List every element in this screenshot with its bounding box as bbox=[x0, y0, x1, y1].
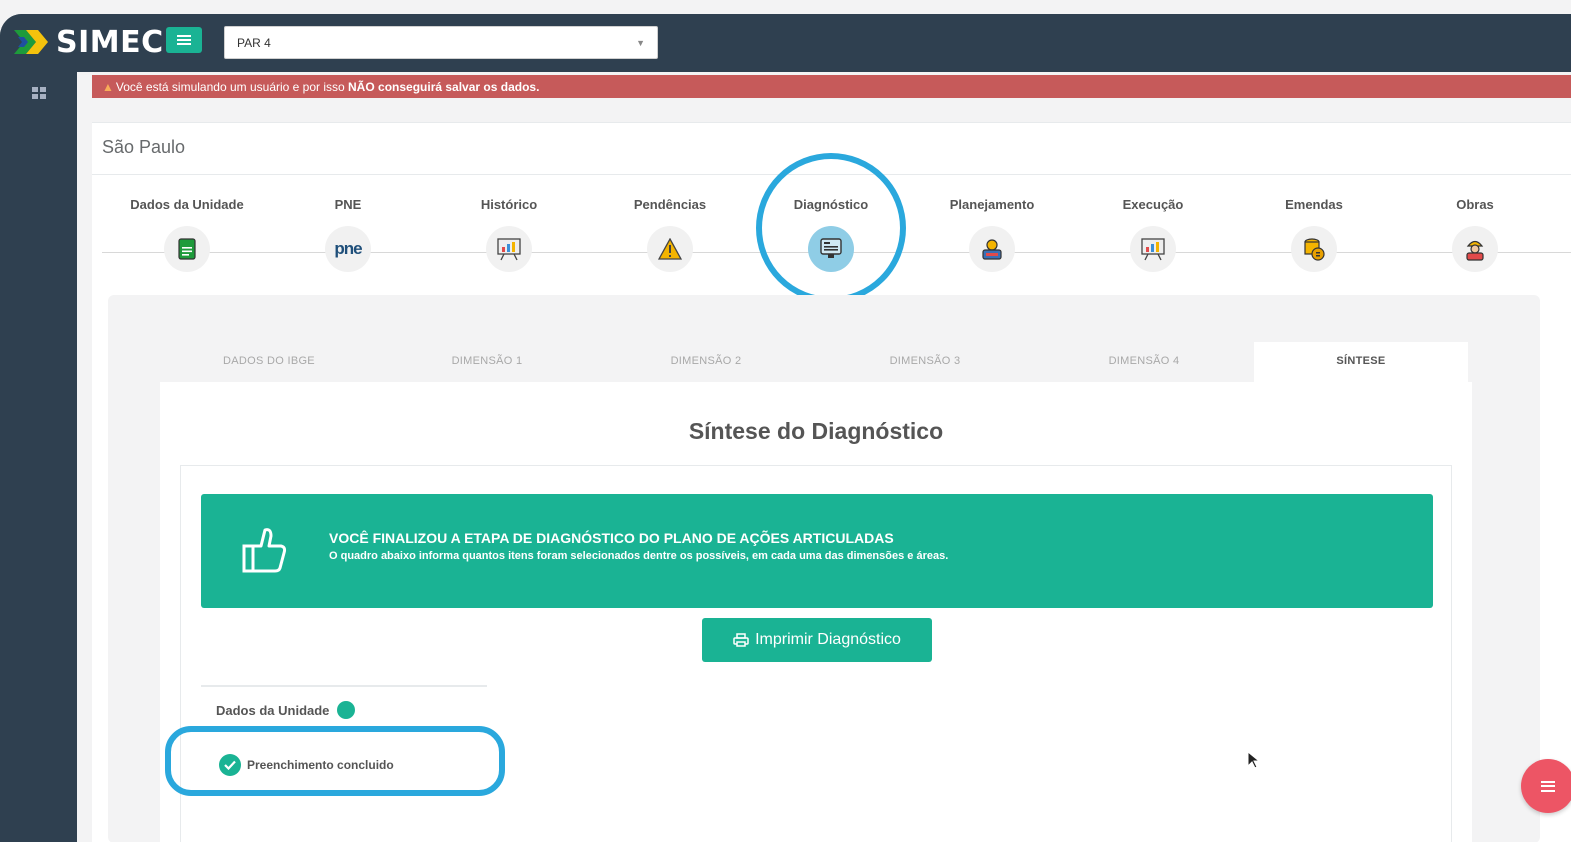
simulation-warning-bar: ▲ Você está simulando um usuário e por is… bbox=[92, 75, 1571, 98]
warning-bold-text: NÃO conseguirá salvar os dados. bbox=[348, 80, 540, 94]
section-dados-da-unidade: Dados da Unidade bbox=[216, 701, 356, 719]
step-label: PNE bbox=[334, 197, 362, 212]
print-diagnostic-button[interactable]: Imprimir Diagnóstico bbox=[702, 618, 932, 662]
completion-status: Preenchimento concluido bbox=[219, 754, 394, 776]
dimension-tabs: DADOS DO IBGE DIMENSÃO 1 DIMENSÃO 2 DIME… bbox=[160, 342, 1472, 382]
step-label: Dados da Unidade bbox=[130, 197, 244, 212]
program-select[interactable]: PAR 4 ▼ bbox=[224, 26, 658, 59]
step-label: Obras bbox=[1456, 197, 1494, 212]
sidebar bbox=[0, 72, 77, 842]
tab-dimensao-4[interactable]: DIMENSÃO 4 bbox=[1034, 342, 1254, 382]
chevron-down-icon: ▼ bbox=[636, 38, 645, 48]
program-select-value: PAR 4 bbox=[237, 36, 271, 50]
step-pendencias[interactable]: Pendências bbox=[600, 197, 740, 272]
document-icon bbox=[164, 226, 210, 272]
section-label: Dados da Unidade bbox=[216, 702, 330, 718]
logo-text: SIMEC bbox=[56, 24, 164, 60]
synthesis-title: Síntese do Diagnóstico bbox=[688, 418, 944, 444]
diagnostico-highlight-circle bbox=[756, 153, 906, 303]
apps-grid-icon[interactable] bbox=[32, 87, 46, 99]
step-label: Planejamento bbox=[949, 197, 1035, 212]
step-planejamento[interactable]: Planejamento bbox=[922, 197, 1062, 272]
hamburger-icon bbox=[177, 35, 191, 45]
tab-dados-do-ibge[interactable]: DADOS DO IBGE bbox=[160, 342, 378, 382]
step-dados-da-unidade[interactable]: Dados da Unidade bbox=[117, 197, 257, 272]
top-navbar: SIMEC PAR 4 ▼ bbox=[0, 14, 1571, 72]
warning-text: Você está simulando um usuário e por iss… bbox=[115, 80, 349, 94]
presentation-chart-icon bbox=[486, 226, 532, 272]
synthesis-tab-body: Síntese do Diagnóstico VOCÊ FINALIZOU A … bbox=[160, 382, 1472, 842]
check-circle-icon bbox=[219, 754, 241, 776]
print-button-label: Imprimir Diagnóstico bbox=[755, 631, 901, 648]
worker-icon bbox=[1452, 226, 1498, 272]
tab-dimensao-2[interactable]: DIMENSÃO 2 bbox=[596, 342, 816, 382]
step-emendas[interactable]: Emendas bbox=[1244, 197, 1384, 272]
simec-arrow-icon bbox=[14, 30, 48, 54]
presentation-chart-icon bbox=[1130, 226, 1176, 272]
thumbs-up-icon bbox=[242, 528, 287, 573]
step-label: Emendas bbox=[1285, 197, 1343, 212]
warning-icon: ▲ bbox=[102, 80, 114, 94]
floating-menu-button[interactable] bbox=[1521, 759, 1571, 813]
step-obras[interactable]: Obras bbox=[1405, 197, 1545, 272]
mouse-cursor-icon bbox=[1247, 751, 1261, 769]
banner-title: VOCÊ FINALIZOU A ETAPA DE DIAGNÓSTICO DO… bbox=[329, 530, 894, 546]
completion-banner: VOCÊ FINALIZOU A ETAPA DE DIAGNÓSTICO DO… bbox=[201, 494, 1433, 608]
printer-icon bbox=[733, 633, 749, 647]
banner-subtitle: O quadro abaixo informa quantos itens fo… bbox=[329, 550, 949, 562]
tab-dimensao-3[interactable]: DIMENSÃO 3 bbox=[816, 342, 1034, 382]
diagnostic-panel: DADOS DO IBGE DIMENSÃO 1 DIMENSÃO 2 DIME… bbox=[108, 295, 1540, 842]
step-execucao[interactable]: Execução bbox=[1083, 197, 1223, 272]
coins-icon bbox=[1291, 226, 1337, 272]
synthesis-frame: VOCÊ FINALIZOU A ETAPA DE DIAGNÓSTICO DO… bbox=[165, 465, 1452, 842]
simec-logo[interactable]: SIMEC bbox=[12, 22, 164, 62]
warning-icon bbox=[647, 226, 693, 272]
tab-dimensao-1[interactable]: DIMENSÃO 1 bbox=[378, 342, 596, 382]
unit-title: São Paulo bbox=[102, 137, 186, 157]
status-dot bbox=[337, 701, 356, 719]
step-historico[interactable]: Histórico bbox=[439, 197, 579, 272]
app-window: SIMEC PAR 4 ▼ ▲ Você está simulando um us… bbox=[0, 14, 1571, 842]
planning-icon bbox=[969, 226, 1015, 272]
step-label: Pendências bbox=[633, 197, 707, 212]
pne-logo-icon: pne bbox=[325, 226, 371, 272]
step-label: Execução bbox=[1122, 197, 1184, 212]
step-label: Histórico bbox=[480, 197, 538, 212]
step-pne[interactable]: PNE pne bbox=[278, 197, 418, 272]
unit-card: São Paulo Dados da Unidade PNE pne Histó… bbox=[92, 122, 1571, 842]
list-icon bbox=[1541, 780, 1555, 792]
status-text: Preenchimento concluido bbox=[247, 758, 394, 772]
main-content: ▲ Você está simulando um usuário e por is… bbox=[77, 72, 1571, 842]
tab-sintese[interactable]: SÍNTESE bbox=[1254, 342, 1468, 382]
menu-toggle-button[interactable] bbox=[166, 27, 202, 53]
section-divider bbox=[201, 685, 487, 687]
